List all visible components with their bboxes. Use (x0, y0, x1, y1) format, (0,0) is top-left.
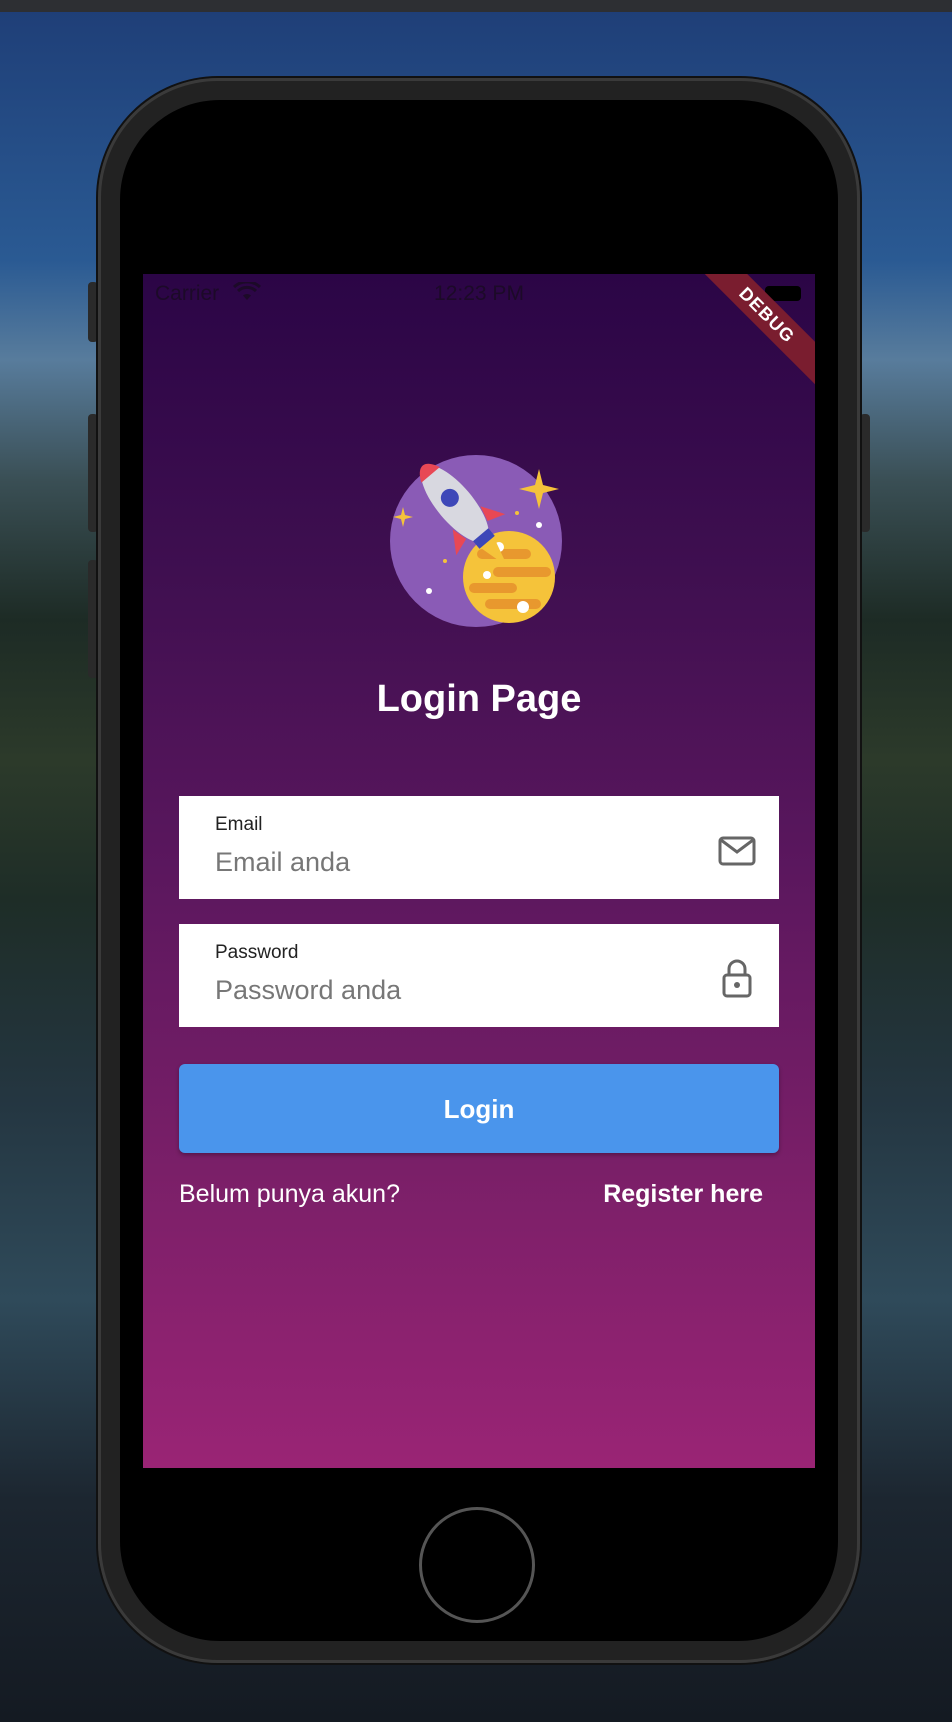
home-button[interactable] (419, 1507, 535, 1623)
password-input[interactable] (215, 972, 695, 1008)
app-screen: Carrier 12:23 PM DEBUG Login Page Email … (143, 274, 815, 1468)
password-label: Password (215, 942, 299, 963)
register-link[interactable]: Register here (603, 1180, 763, 1209)
login-button[interactable]: Login (179, 1064, 779, 1153)
mute-switch (88, 282, 98, 342)
status-time: 12:23 PM (434, 282, 524, 305)
volume-down-button (88, 560, 98, 678)
signup-prompt: Belum punya akun? (179, 1180, 400, 1208)
email-field[interactable]: Email (179, 796, 779, 899)
page-title: Login Page (376, 678, 582, 720)
power-button (860, 414, 870, 532)
rocket-planet-icon (390, 455, 562, 627)
email-underline (179, 897, 215, 899)
lock-icon (722, 959, 752, 998)
volume-up-button (88, 414, 98, 532)
mail-icon (718, 836, 756, 866)
email-label: Email (215, 814, 263, 835)
password-field[interactable]: Password (179, 924, 779, 1027)
password-underline (179, 1025, 215, 1027)
email-input[interactable] (215, 844, 695, 880)
